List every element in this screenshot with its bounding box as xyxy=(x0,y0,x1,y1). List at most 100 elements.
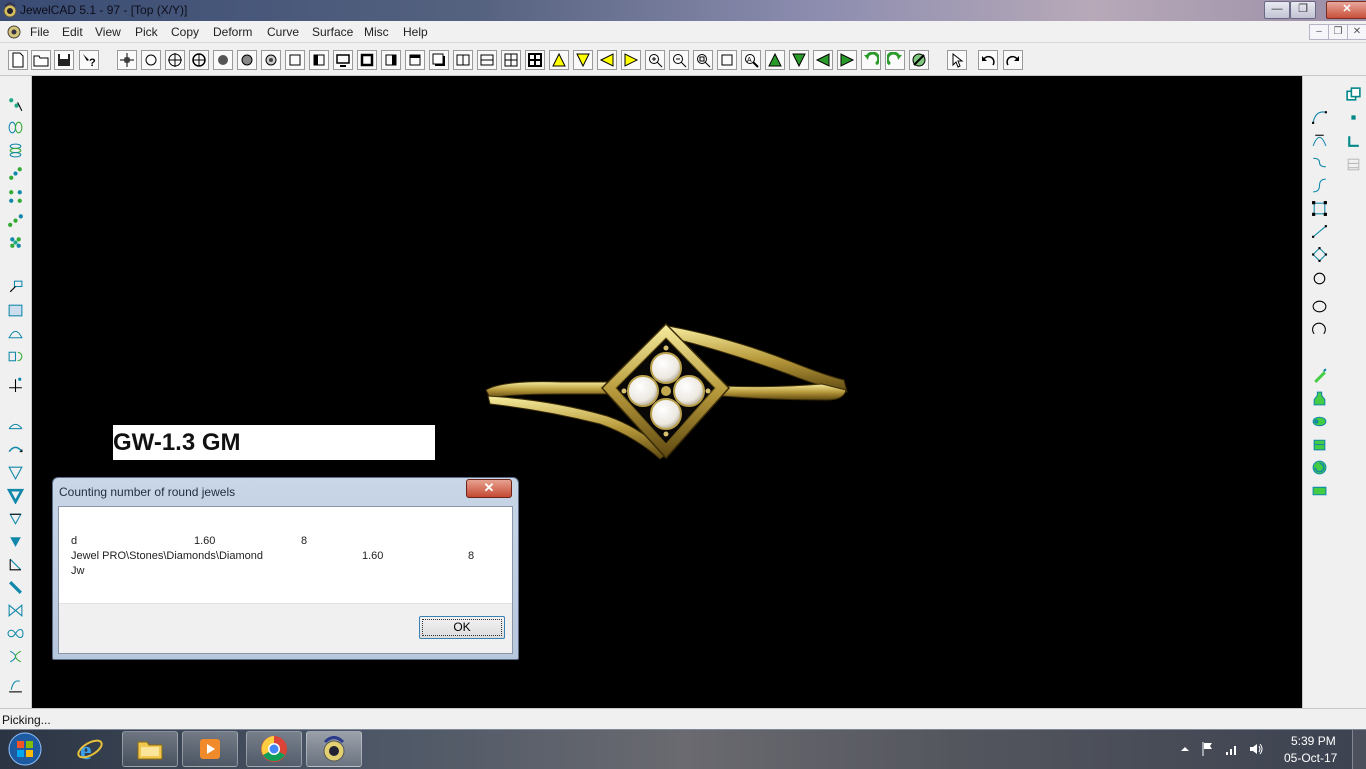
show-hidden-icons-icon[interactable] xyxy=(1180,744,1190,754)
curve-select-icon[interactable] xyxy=(5,94,25,114)
window-top-icon[interactable] xyxy=(405,50,425,70)
render-icon[interactable] xyxy=(909,50,929,70)
redo-icon[interactable] xyxy=(1003,50,1023,70)
start-orb-icon[interactable] xyxy=(4,731,46,768)
green-vase-icon[interactable] xyxy=(1309,388,1329,408)
slant-line-icon[interactable] xyxy=(5,554,25,574)
taskbar-ie[interactable]: e xyxy=(62,731,118,767)
twist-icon[interactable] xyxy=(5,646,25,666)
arch-curve-icon[interactable] xyxy=(1309,129,1329,149)
ellipse-curve-icon[interactable] xyxy=(1309,296,1329,316)
arrow-down-green-icon[interactable] xyxy=(789,50,809,70)
rotate-left-green-icon[interactable] xyxy=(861,50,881,70)
network-icon[interactable] xyxy=(1224,741,1240,757)
taskbar-explorer[interactable] xyxy=(122,731,178,767)
teal-corner-icon[interactable] xyxy=(1343,131,1363,151)
target-icon[interactable] xyxy=(165,50,185,70)
bold-square-icon[interactable] xyxy=(357,50,377,70)
node-diagonal-icon[interactable] xyxy=(5,209,25,229)
menu-help[interactable]: Help xyxy=(403,25,428,39)
split-horizontal-icon[interactable] xyxy=(477,50,497,70)
rotate-right-green-icon[interactable] xyxy=(885,50,905,70)
show-desktop-button[interactable] xyxy=(1352,730,1366,769)
green-cylinder-icon[interactable] xyxy=(1309,411,1329,431)
control-box-icon[interactable] xyxy=(1309,198,1329,218)
taskbar-media-player[interactable] xyxy=(182,731,238,767)
action-center-flag-icon[interactable] xyxy=(1200,741,1216,757)
triangle-left-icon[interactable] xyxy=(597,50,617,70)
polygon-nodes-icon[interactable] xyxy=(1309,244,1329,264)
clock-time[interactable]: 5:39 PM xyxy=(1291,734,1336,748)
cone-down-bold-icon[interactable] xyxy=(5,485,25,505)
ellipse-pair-icon[interactable] xyxy=(5,117,25,137)
jewelcad-app-icon[interactable] xyxy=(2,2,18,18)
undo-icon[interactable] xyxy=(978,50,998,70)
s-curve-icon[interactable] xyxy=(1309,152,1329,172)
arc-arrow-icon[interactable] xyxy=(5,439,25,459)
arrow-left-green-icon[interactable] xyxy=(813,50,833,70)
close-button[interactable]: ✕ xyxy=(1326,1,1366,19)
document-close-button[interactable]: ✕ xyxy=(1347,24,1366,40)
filled-circle-icon[interactable] xyxy=(213,50,233,70)
grid-bold-icon[interactable] xyxy=(525,50,545,70)
arrow-right-green-icon[interactable] xyxy=(837,50,857,70)
arrow-up-green-icon[interactable] xyxy=(765,50,785,70)
split-vertical-icon[interactable] xyxy=(453,50,473,70)
teal-dot-icon[interactable] xyxy=(1343,107,1363,127)
triangle-right-icon[interactable] xyxy=(621,50,641,70)
menu-view[interactable]: View xyxy=(95,25,121,39)
zoom-in-icon[interactable] xyxy=(645,50,665,70)
taskbar-chrome[interactable] xyxy=(246,731,302,767)
dome-icon[interactable] xyxy=(5,323,25,343)
maximize-button[interactable]: ❐ xyxy=(1290,1,1316,19)
deform-curve-icon[interactable] xyxy=(5,675,25,695)
taskbar-jewelcad[interactable] xyxy=(306,731,362,767)
zoom-all-icon[interactable]: A xyxy=(741,50,761,70)
menu-misc[interactable]: Misc xyxy=(364,25,389,39)
annotation-icon[interactable] xyxy=(5,276,25,296)
half-square-icon[interactable] xyxy=(309,50,329,70)
new-file-icon[interactable] xyxy=(8,50,28,70)
menu-file[interactable]: File xyxy=(30,25,49,39)
green-swirl-icon[interactable] xyxy=(1309,457,1329,477)
menu-edit[interactable]: Edit xyxy=(62,25,83,39)
teal-windows-icon[interactable] xyxy=(1343,84,1363,104)
square-icon[interactable] xyxy=(285,50,305,70)
grid-four-icon[interactable] xyxy=(501,50,521,70)
document-system-icon[interactable] xyxy=(6,24,22,39)
green-tray-icon[interactable] xyxy=(1309,480,1329,500)
cone-down-icon[interactable] xyxy=(5,462,25,482)
zoom-box-icon[interactable] xyxy=(717,50,737,70)
menu-surface[interactable]: Surface xyxy=(312,25,353,39)
menu-copy[interactable]: Copy xyxy=(171,25,199,39)
context-help-icon[interactable]: ? xyxy=(79,50,99,70)
node-grid-icon[interactable] xyxy=(5,186,25,206)
node-chain-icon[interactable] xyxy=(5,163,25,183)
bowtie-icon[interactable] xyxy=(5,600,25,620)
minimize-button[interactable]: — xyxy=(1264,1,1290,19)
circle-curve-icon[interactable] xyxy=(1309,268,1329,288)
extrude-icon[interactable] xyxy=(5,346,25,366)
move-axes-icon[interactable] xyxy=(5,373,25,393)
rect-surface-icon[interactable] xyxy=(5,300,25,320)
sphere-icon[interactable] xyxy=(237,50,257,70)
crosshair-circle-icon[interactable] xyxy=(189,50,209,70)
volume-icon[interactable] xyxy=(1248,741,1264,757)
pointer-icon[interactable] xyxy=(947,50,967,70)
arc-icon[interactable] xyxy=(5,416,25,436)
zoom-out-icon[interactable] xyxy=(669,50,689,70)
point-pick-icon[interactable] xyxy=(117,50,137,70)
cone-outline-icon[interactable] xyxy=(5,508,25,528)
window-shadow-icon[interactable] xyxy=(429,50,449,70)
window-right-icon[interactable] xyxy=(381,50,401,70)
clock-date[interactable]: 05-Oct-17 xyxy=(1284,751,1337,765)
monitor-icon[interactable] xyxy=(333,50,353,70)
step-curve-icon[interactable] xyxy=(1309,175,1329,195)
triangle-up-icon[interactable] xyxy=(549,50,569,70)
menu-deform[interactable]: Deform xyxy=(213,25,252,39)
infinity-icon[interactable] xyxy=(5,623,25,643)
node-cluster-icon[interactable] xyxy=(5,232,25,252)
open-arc-icon[interactable] xyxy=(1309,319,1329,339)
slant-bold-icon[interactable] xyxy=(5,577,25,597)
save-icon[interactable] xyxy=(54,50,74,70)
